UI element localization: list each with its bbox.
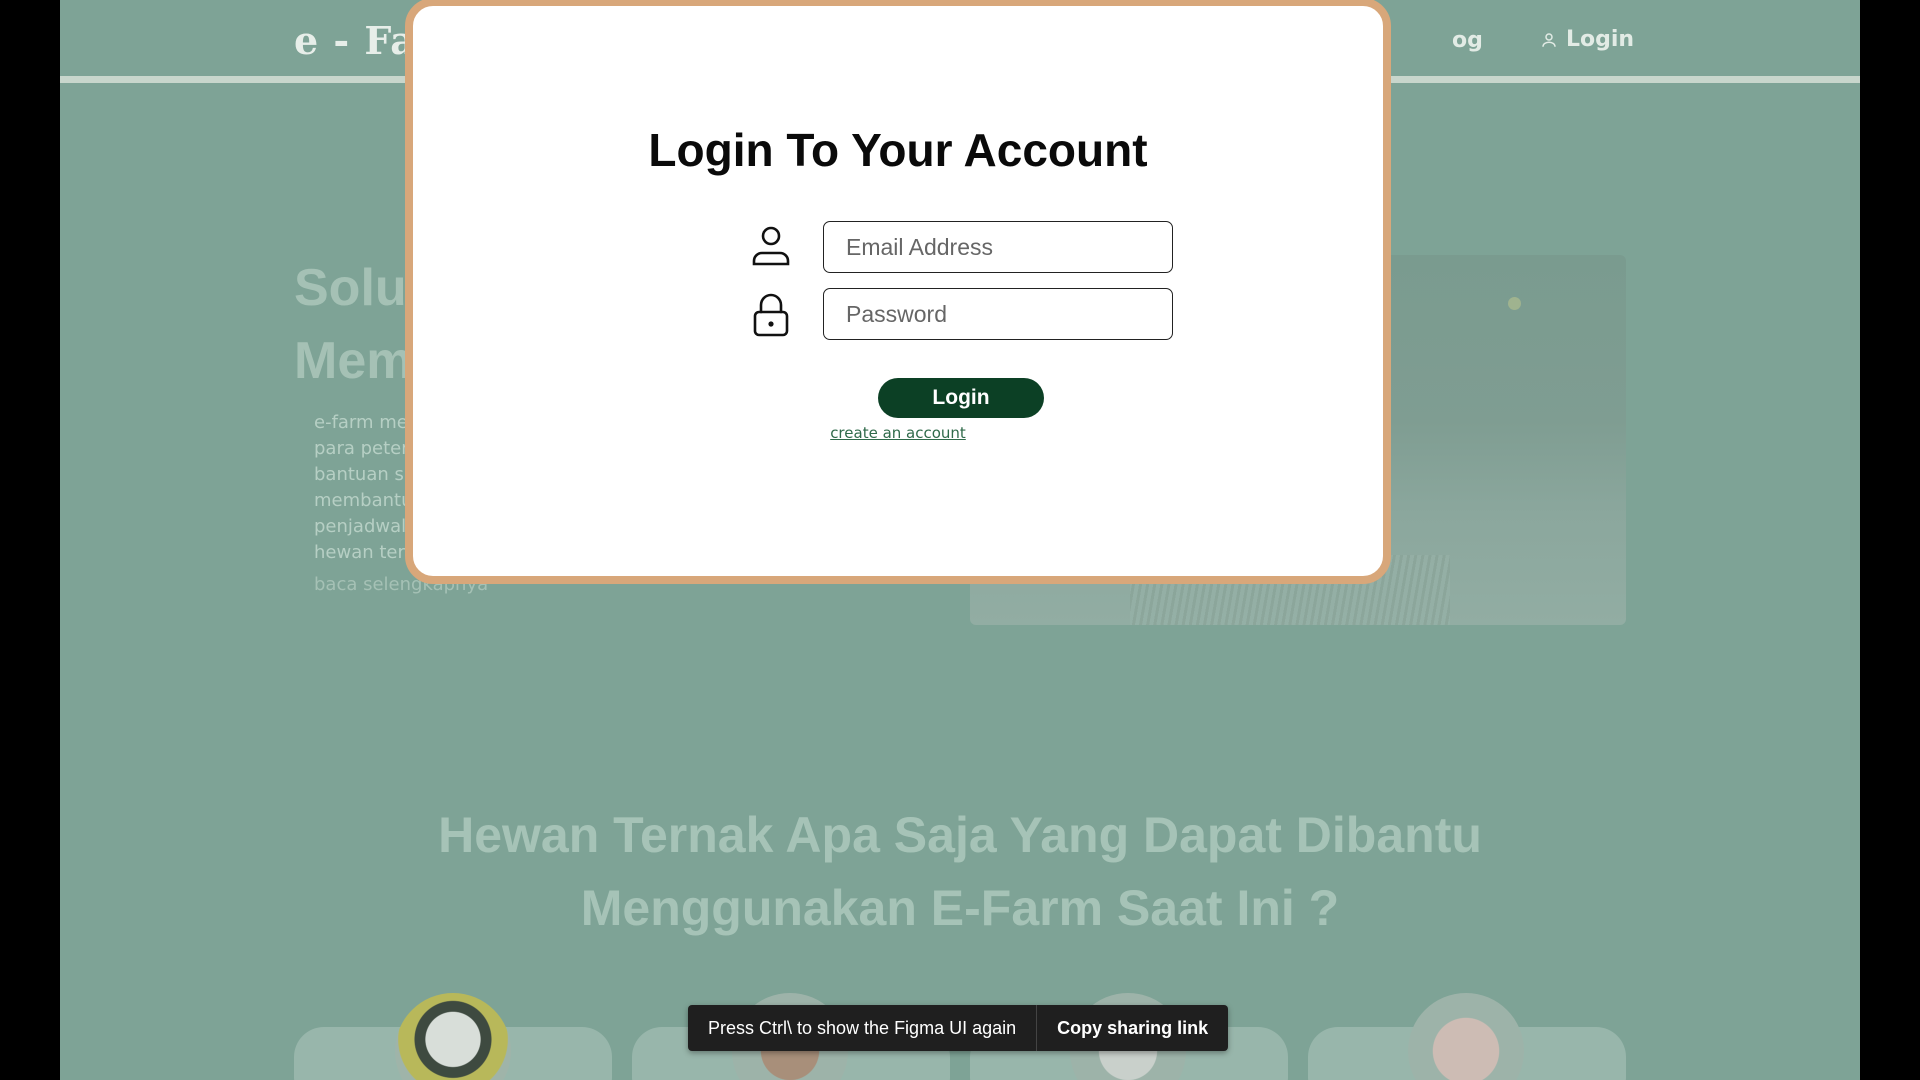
user-icon	[752, 226, 790, 266]
figma-toast: Press Ctrl\ to show the Figma UI again C…	[688, 1005, 1229, 1051]
create-account-link[interactable]: create an account	[413, 424, 1383, 442]
login-button[interactable]: Login	[878, 378, 1044, 418]
nav-login-link[interactable]: Login	[1540, 27, 1634, 52]
nav-blog-link[interactable]: og	[1452, 28, 1483, 53]
section-title-line-1: Hewan Ternak Apa Saja Yang Dapat Dibantu	[438, 807, 1482, 863]
lock-icon	[753, 293, 789, 337]
cow-image	[395, 993, 511, 1080]
nav-login-label: Login	[1566, 27, 1635, 52]
email-field[interactable]	[823, 221, 1173, 273]
light-spot	[1508, 297, 1521, 310]
login-modal: Login To Your Account Login create an ac…	[405, 0, 1391, 584]
pig-image	[1408, 993, 1524, 1080]
copy-sharing-link-button[interactable]: Copy sharing link	[1037, 1005, 1228, 1051]
user-icon	[1542, 32, 1556, 47]
toast-message: Press Ctrl\ to show the Figma UI again	[708, 1018, 1017, 1038]
password-field[interactable]	[823, 288, 1173, 340]
modal-title: Login To Your Account	[648, 124, 1148, 176]
section-title-line-2: Menggunakan E-Farm Saat Ini ?	[580, 880, 1340, 936]
